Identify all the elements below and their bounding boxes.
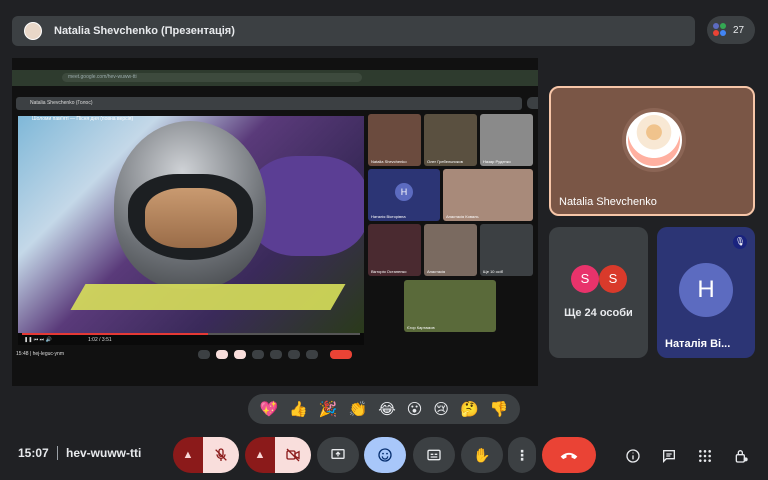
participant-photo-ring xyxy=(622,108,686,172)
reaction-surprised[interactable]: 😮 xyxy=(407,400,423,418)
hang-up-icon xyxy=(560,452,578,460)
more-avatar-2: S xyxy=(599,265,627,293)
browser-url: meet.google.com/hev-wuww-tti xyxy=(62,73,362,82)
camera-toggle-button[interactable] xyxy=(275,437,311,473)
play-icon: ❚❚ ⏮ ⏭ 🔊 xyxy=(24,337,52,343)
info-icon xyxy=(626,449,640,463)
emoji-icon xyxy=(378,448,392,462)
participant-name: Наталія Ві... xyxy=(665,338,731,350)
reaction-party[interactable]: 🎉 xyxy=(319,400,338,418)
browser-chrome: meet.google.com/hev-wuww-tti xyxy=(12,70,538,86)
mic-control: ▲ xyxy=(173,437,239,473)
reaction-bar: 💖 👍 🎉 👏 😂 😮 😢 🤔 👎 xyxy=(248,394,520,424)
participant-count: 27 xyxy=(733,24,745,36)
apps-icon xyxy=(699,450,711,462)
presenter-title: Natalia Shevchenko (Презентація) xyxy=(54,25,235,37)
mini-control-bar: 15:48 | hej-leguc-ynm xyxy=(12,347,538,361)
presenter-avatar xyxy=(24,22,42,40)
people-icon xyxy=(713,23,727,37)
video-player: Шоломи пам'яті — Пісня дня (повна версія… xyxy=(18,116,364,333)
participant-tile-natalia-v[interactable]: 🎙 H Наталія Ві... xyxy=(657,227,755,358)
participant-photo xyxy=(626,112,682,168)
meeting-clock: 15:07 xyxy=(18,446,49,460)
mini-tile-2: Олег Гребельников xyxy=(424,114,477,166)
mini-tile-name: Єгор Картамов xyxy=(407,325,435,330)
captions-icon xyxy=(427,449,441,461)
more-participants-label: Ще 24 особи xyxy=(564,307,633,319)
leave-call-button[interactable] xyxy=(542,437,596,473)
mini-tile-7: Анастасія xyxy=(424,224,477,276)
reaction-thinking[interactable]: 🤔 xyxy=(460,400,479,418)
captions-button[interactable] xyxy=(413,437,455,473)
mini-clock: 15:48 | hej-leguc-ynm xyxy=(16,351,64,357)
shared-screen[interactable]: meet.google.com/hev-wuww-tti Natalia She… xyxy=(12,58,538,386)
mic-off-icon: 🎙 xyxy=(733,235,747,249)
raise-hand-button[interactable]: ✋ xyxy=(461,437,503,473)
video-title: Шоломи пам'яті — Пісня дня (повна версія… xyxy=(32,116,134,122)
chat-button[interactable] xyxy=(658,445,680,467)
mic-toggle-button[interactable] xyxy=(203,437,239,473)
mini-tile-name: Natalia Shevchenko xyxy=(371,159,407,164)
presenter-bar[interactable]: Natalia Shevchenko (Презентація) xyxy=(12,16,695,46)
participant-name: Natalia Shevchenko xyxy=(559,196,657,208)
camera-off-icon xyxy=(286,448,300,462)
mini-tile-4: H Наталія Вікторівна xyxy=(368,169,440,221)
mini-tile-3: Назар Руденко xyxy=(480,114,533,166)
mini-tile-5: Анастасія Коваль xyxy=(443,169,533,221)
meeting-code: hev-wuww-tti xyxy=(66,446,142,460)
people-button[interactable]: 27 xyxy=(707,16,755,44)
participant-tile-natalia[interactable]: Natalia Shevchenko xyxy=(549,86,755,216)
mini-tile-8: Ще 10 осіб xyxy=(480,224,533,276)
camera-control: ▲ xyxy=(245,437,311,473)
reaction-laugh[interactable]: 😂 xyxy=(378,400,396,418)
reaction-sad[interactable]: 😢 xyxy=(433,400,449,418)
divider xyxy=(57,446,58,460)
mic-off-icon xyxy=(215,448,227,461)
emoji-button[interactable] xyxy=(364,437,406,473)
activities-button[interactable] xyxy=(694,445,716,467)
reaction-thumbs-down[interactable]: 👎 xyxy=(490,400,509,418)
mic-options-button[interactable]: ▲ xyxy=(173,437,203,473)
mini-tile-1: Natalia Shevchenko xyxy=(368,114,421,166)
mini-tile-9: Єгор Картамов xyxy=(404,280,496,332)
mini-tile-avatar: H xyxy=(395,183,413,202)
reaction-clap[interactable]: 👏 xyxy=(349,400,368,418)
present-screen-icon xyxy=(331,449,345,459)
host-controls-button[interactable] xyxy=(730,445,752,467)
mini-tile-name: Олег Гребельников xyxy=(427,159,463,164)
video-face xyxy=(145,188,237,248)
mini-tile-name: Анастасія Коваль xyxy=(446,214,479,219)
present-button[interactable] xyxy=(317,437,359,473)
inner-presenter-bar: Natalia Shevchenko (Голос) xyxy=(16,97,522,110)
inner-people-button xyxy=(527,97,538,109)
video-controls: ❚❚ ⏮ ⏭ 🔊 1:02 / 3:51 xyxy=(18,333,364,345)
video-sled xyxy=(70,284,346,310)
more-options-button[interactable]: ⋮ xyxy=(508,437,536,473)
mini-tile-name: Ще 10 осіб xyxy=(483,269,504,274)
mini-tile-name: Наталія Вікторівна xyxy=(371,214,406,219)
chevron-up-icon: ▲ xyxy=(254,449,266,461)
mini-tile-name: Анастасія xyxy=(427,269,446,274)
chat-icon xyxy=(663,450,675,463)
hand-icon: ✋ xyxy=(473,446,491,463)
mini-tile-name: Назар Руденко xyxy=(483,159,511,164)
more-vert-icon: ⋮ xyxy=(515,446,529,463)
info-button[interactable] xyxy=(622,445,644,467)
chevron-up-icon: ▲ xyxy=(182,449,194,461)
reaction-thumbs-up[interactable]: 👍 xyxy=(289,400,308,418)
mini-tile-6: Вікторія Остапенко xyxy=(368,224,421,276)
lock-person-icon xyxy=(735,450,748,463)
video-time: 1:02 / 3:51 xyxy=(88,337,112,343)
mini-tile-name: Вікторія Остапенко xyxy=(371,269,407,274)
camera-options-button[interactable]: ▲ xyxy=(245,437,275,473)
video-progress xyxy=(22,333,360,335)
reaction-heart[interactable]: 💖 xyxy=(260,400,279,418)
more-participants-tile[interactable]: S S Ще 24 особи xyxy=(549,227,648,358)
more-avatar-1: S xyxy=(571,265,599,293)
participant-avatar: H xyxy=(679,263,733,317)
